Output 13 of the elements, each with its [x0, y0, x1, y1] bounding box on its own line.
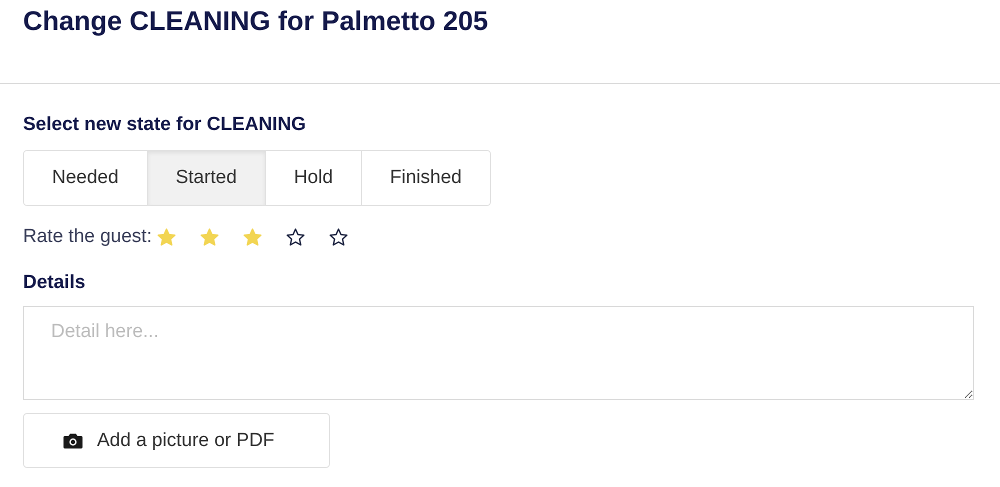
star-icon[interactable] [198, 226, 220, 248]
details-label: Details [23, 272, 86, 294]
dialog-title: Change CLEANING for Palmetto 205 [23, 6, 490, 37]
star-icon[interactable] [156, 226, 177, 248]
star-icon[interactable] [284, 226, 306, 248]
state-option[interactable]: Started [148, 151, 266, 205]
star-icon[interactable] [328, 226, 349, 248]
details-field[interactable]: Detail here... [23, 306, 974, 400]
state-option[interactable]: Needed [24, 151, 148, 205]
state-label: Select new state for CLEANING [23, 114, 306, 136]
rating-label: Rate the guest: [23, 226, 152, 248]
star-icon[interactable] [242, 226, 263, 248]
upload-button[interactable]: Add a picture or PDF [23, 413, 330, 468]
